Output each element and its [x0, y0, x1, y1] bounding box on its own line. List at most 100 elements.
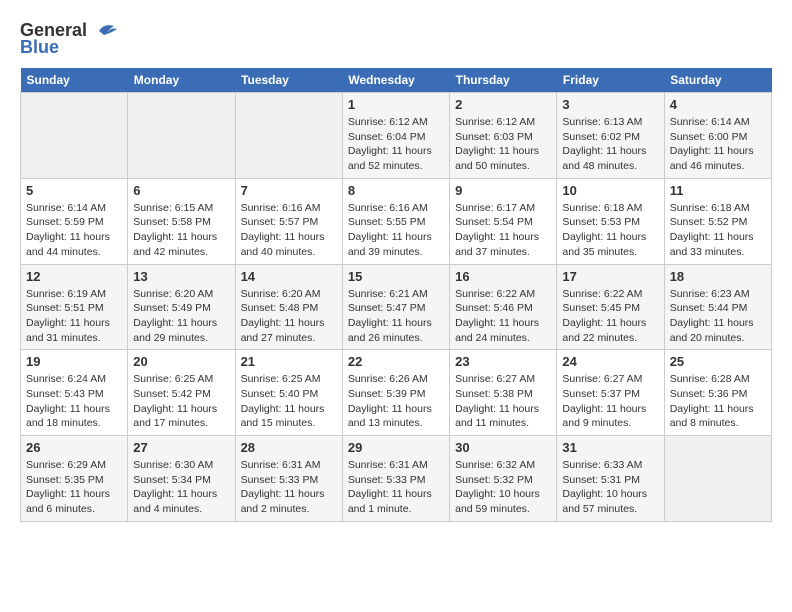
day-info: Sunrise: 6:28 AM Sunset: 5:36 PM Dayligh…	[670, 372, 766, 431]
day-number: 26	[26, 440, 122, 455]
day-number: 4	[670, 97, 766, 112]
calendar-day-cell: 25Sunrise: 6:28 AM Sunset: 5:36 PM Dayli…	[664, 350, 771, 436]
day-info: Sunrise: 6:24 AM Sunset: 5:43 PM Dayligh…	[26, 372, 122, 431]
weekday-header-saturday: Saturday	[664, 68, 771, 93]
day-info: Sunrise: 6:25 AM Sunset: 5:40 PM Dayligh…	[241, 372, 337, 431]
day-number: 18	[670, 269, 766, 284]
day-number: 16	[455, 269, 551, 284]
day-info: Sunrise: 6:32 AM Sunset: 5:32 PM Dayligh…	[455, 458, 551, 517]
calendar-day-cell: 5 Sunrise: 6:14 AM Sunset: 5:59 PM Daylig…	[21, 178, 128, 264]
calendar-day-cell: 19 Sunrise: 6:24 AM Sunset: 5:43 PM Dayli…	[21, 350, 128, 436]
day-info: Sunrise: 6:29 AM Sunset: 5:35 PM Dayligh…	[26, 458, 122, 517]
calendar-day-cell: 24 Sunrise: 6:27 AM Sunset: 5:37 PM Dayli…	[557, 350, 664, 436]
day-number: 30	[455, 440, 551, 455]
weekday-header-thursday: Thursday	[450, 68, 557, 93]
day-number: 2	[455, 97, 551, 112]
day-info: Sunrise: 6:23 AM Sunset: 5:44 PM Dayligh…	[670, 287, 766, 346]
day-number: 23	[455, 354, 551, 369]
calendar-day-cell: 18 Sunrise: 6:23 AM Sunset: 5:44 PM Dayli…	[664, 264, 771, 350]
weekday-header-monday: Monday	[128, 68, 235, 93]
day-info: Sunrise: 6:27 AM Sunset: 5:37 PM Dayligh…	[562, 372, 658, 431]
day-info: Sunrise: 6:22 AM Sunset: 5:46 PM Dayligh…	[455, 287, 551, 346]
calendar-day-cell: 3Sunrise: 6:13 AM Sunset: 6:02 PM Daylig…	[557, 93, 664, 179]
day-number: 22	[348, 354, 444, 369]
day-info: Sunrise: 6:16 AM Sunset: 5:57 PM Dayligh…	[241, 201, 337, 260]
day-info: Sunrise: 6:18 AM Sunset: 5:52 PM Dayligh…	[670, 201, 766, 260]
calendar-week-row: 1 Sunrise: 6:12 AM Sunset: 6:04 PM Daylig…	[21, 93, 772, 179]
day-info: Sunrise: 6:14 AM Sunset: 6:00 PM Dayligh…	[670, 115, 766, 174]
day-info: Sunrise: 6:15 AM Sunset: 5:58 PM Dayligh…	[133, 201, 229, 260]
calendar-week-row: 12 Sunrise: 6:19 AM Sunset: 5:51 PM Dayli…	[21, 264, 772, 350]
day-info: Sunrise: 6:14 AM Sunset: 5:59 PM Dayligh…	[26, 201, 122, 260]
day-info: Sunrise: 6:16 AM Sunset: 5:55 PM Dayligh…	[348, 201, 444, 260]
page-header: General Blue	[20, 20, 772, 58]
day-number: 1	[348, 97, 444, 112]
weekday-header-wednesday: Wednesday	[342, 68, 449, 93]
calendar-day-cell: 9Sunrise: 6:17 AM Sunset: 5:54 PM Daylig…	[450, 178, 557, 264]
day-number: 6	[133, 183, 229, 198]
day-number: 11	[670, 183, 766, 198]
day-info: Sunrise: 6:19 AM Sunset: 5:51 PM Dayligh…	[26, 287, 122, 346]
calendar-day-cell: 21 Sunrise: 6:25 AM Sunset: 5:40 PM Dayli…	[235, 350, 342, 436]
day-info: Sunrise: 6:22 AM Sunset: 5:45 PM Dayligh…	[562, 287, 658, 346]
logo: General Blue	[20, 20, 119, 58]
day-number: 24	[562, 354, 658, 369]
day-info: Sunrise: 6:25 AM Sunset: 5:42 PM Dayligh…	[133, 372, 229, 431]
calendar-day-cell: 16 Sunrise: 6:22 AM Sunset: 5:46 PM Dayli…	[450, 264, 557, 350]
day-info: Sunrise: 6:31 AM Sunset: 5:33 PM Dayligh…	[348, 458, 444, 517]
calendar-day-cell: 14Sunrise: 6:20 AM Sunset: 5:48 PM Dayli…	[235, 264, 342, 350]
day-number: 15	[348, 269, 444, 284]
calendar-day-cell: 2 Sunrise: 6:12 AM Sunset: 6:03 PM Daylig…	[450, 93, 557, 179]
calendar-day-cell: 10Sunrise: 6:18 AM Sunset: 5:53 PM Dayli…	[557, 178, 664, 264]
weekday-header-friday: Friday	[557, 68, 664, 93]
calendar-empty-cell	[128, 93, 235, 179]
calendar-day-cell: 27Sunrise: 6:30 AM Sunset: 5:34 PM Dayli…	[128, 436, 235, 522]
day-number: 17	[562, 269, 658, 284]
calendar-day-cell: 29 Sunrise: 6:31 AM Sunset: 5:33 PM Dayli…	[342, 436, 449, 522]
calendar-table: SundayMondayTuesdayWednesdayThursdayFrid…	[20, 68, 772, 522]
calendar-day-cell: 1 Sunrise: 6:12 AM Sunset: 6:04 PM Daylig…	[342, 93, 449, 179]
day-number: 28	[241, 440, 337, 455]
day-info: Sunrise: 6:26 AM Sunset: 5:39 PM Dayligh…	[348, 372, 444, 431]
calendar-day-cell: 12 Sunrise: 6:19 AM Sunset: 5:51 PM Dayli…	[21, 264, 128, 350]
day-number: 3	[562, 97, 658, 112]
weekday-header-row: SundayMondayTuesdayWednesdayThursdayFrid…	[21, 68, 772, 93]
day-number: 13	[133, 269, 229, 284]
day-number: 5	[26, 183, 122, 198]
day-info: Sunrise: 6:17 AM Sunset: 5:54 PM Dayligh…	[455, 201, 551, 260]
calendar-day-cell: 4 Sunrise: 6:14 AM Sunset: 6:00 PM Daylig…	[664, 93, 771, 179]
day-info: Sunrise: 6:27 AM Sunset: 5:38 PM Dayligh…	[455, 372, 551, 431]
day-number: 10	[562, 183, 658, 198]
calendar-day-cell: 20 Sunrise: 6:25 AM Sunset: 5:42 PM Dayli…	[128, 350, 235, 436]
calendar-week-row: 26 Sunrise: 6:29 AM Sunset: 5:35 PM Dayli…	[21, 436, 772, 522]
weekday-header-sunday: Sunday	[21, 68, 128, 93]
day-number: 7	[241, 183, 337, 198]
calendar-day-cell: 30 Sunrise: 6:32 AM Sunset: 5:32 PM Dayli…	[450, 436, 557, 522]
calendar-day-cell: 7 Sunrise: 6:16 AM Sunset: 5:57 PM Daylig…	[235, 178, 342, 264]
calendar-empty-cell	[21, 93, 128, 179]
day-number: 12	[26, 269, 122, 284]
day-number: 29	[348, 440, 444, 455]
day-number: 20	[133, 354, 229, 369]
calendar-day-cell: 8 Sunrise: 6:16 AM Sunset: 5:55 PM Daylig…	[342, 178, 449, 264]
calendar-day-cell: 15 Sunrise: 6:21 AM Sunset: 5:47 PM Dayli…	[342, 264, 449, 350]
calendar-empty-cell	[664, 436, 771, 522]
logo-bird-icon	[89, 21, 119, 41]
logo-blue-text: Blue	[20, 37, 59, 58]
weekday-header-tuesday: Tuesday	[235, 68, 342, 93]
calendar-day-cell: 22 Sunrise: 6:26 AM Sunset: 5:39 PM Dayli…	[342, 350, 449, 436]
calendar-day-cell: 13Sunrise: 6:20 AM Sunset: 5:49 PM Dayli…	[128, 264, 235, 350]
day-info: Sunrise: 6:12 AM Sunset: 6:03 PM Dayligh…	[455, 115, 551, 174]
calendar-empty-cell	[235, 93, 342, 179]
day-info: Sunrise: 6:21 AM Sunset: 5:47 PM Dayligh…	[348, 287, 444, 346]
calendar-day-cell: 23 Sunrise: 6:27 AM Sunset: 5:38 PM Dayli…	[450, 350, 557, 436]
day-info: Sunrise: 6:31 AM Sunset: 5:33 PM Dayligh…	[241, 458, 337, 517]
day-number: 21	[241, 354, 337, 369]
day-info: Sunrise: 6:12 AM Sunset: 6:04 PM Dayligh…	[348, 115, 444, 174]
calendar-day-cell: 26 Sunrise: 6:29 AM Sunset: 5:35 PM Dayli…	[21, 436, 128, 522]
calendar-day-cell: 6 Sunrise: 6:15 AM Sunset: 5:58 PM Daylig…	[128, 178, 235, 264]
day-info: Sunrise: 6:33 AM Sunset: 5:31 PM Dayligh…	[562, 458, 658, 517]
day-number: 8	[348, 183, 444, 198]
calendar-week-row: 5 Sunrise: 6:14 AM Sunset: 5:59 PM Daylig…	[21, 178, 772, 264]
day-number: 19	[26, 354, 122, 369]
